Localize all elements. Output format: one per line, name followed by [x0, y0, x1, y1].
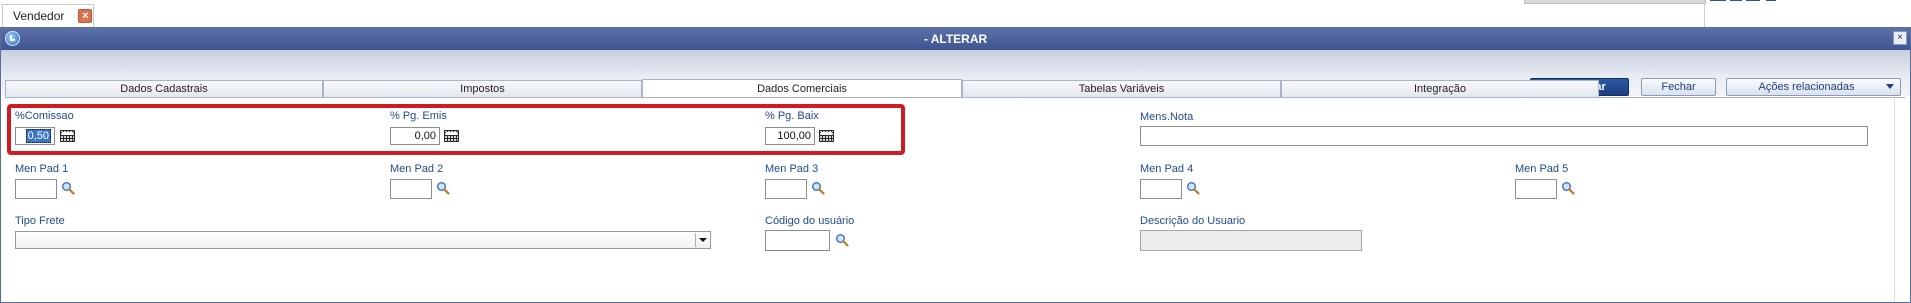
document-tab-label: Vendedor: [13, 9, 65, 23]
men-pad-2-field[interactable]: [390, 179, 432, 199]
background-link-fragment: [1710, 0, 1790, 4]
close-button[interactable]: Fechar: [1641, 78, 1716, 96]
tab-dados-comerciais[interactable]: Dados Comerciais: [642, 79, 962, 98]
background-divider: [1704, 0, 1705, 28]
men-pad-1-field[interactable]: [15, 179, 57, 199]
dialog-window: - ALTERAR × Confirmar Fechar Ações relac…: [0, 27, 1911, 303]
tab-tabelas-variaveis[interactable]: Tabelas Variáveis: [962, 80, 1281, 98]
tipo-frete-label: Tipo Frete: [15, 215, 65, 227]
codigo-usuario-label: Código do usuário: [765, 215, 855, 227]
men-pad-5-label: Men Pad 5: [1515, 163, 1569, 175]
magnifier-icon[interactable]: [61, 181, 75, 195]
men-pad-2-label: Men Pad 2: [390, 163, 444, 175]
content-right-edge: [1894, 98, 1895, 302]
magnifier-icon[interactable]: [1186, 181, 1200, 195]
highlight-annotation: [7, 104, 905, 155]
tab-integracao[interactable]: Integração: [1281, 80, 1599, 98]
men-pad-5-field[interactable]: [1515, 179, 1557, 199]
tab-dados-cadastrais[interactable]: Dados Cadastrais: [5, 80, 323, 98]
related-actions-label: Ações relacionadas: [1758, 81, 1855, 93]
men-pad-3-field[interactable]: [765, 179, 807, 199]
background-panel-edge: [1524, 0, 1706, 4]
close-icon[interactable]: ×: [78, 9, 93, 23]
magnifier-icon[interactable]: [811, 181, 825, 195]
window-close-icon[interactable]: ×: [1893, 31, 1907, 45]
descricao-usuario-label: Descrição do Usuario: [1140, 215, 1246, 227]
mens-nota-label: Mens.Nota: [1140, 111, 1194, 123]
tab-bar-divider: [5, 97, 1905, 98]
title-bar: - ALTERAR ×: [1, 28, 1910, 50]
tab-impostos[interactable]: Impostos: [323, 80, 642, 98]
descricao-usuario-field: [1140, 230, 1362, 251]
codigo-usuario-field[interactable]: [765, 230, 830, 251]
related-actions-button[interactable]: Ações relacionadas: [1726, 78, 1901, 96]
chevron-down-icon[interactable]: [695, 233, 709, 247]
magnifier-icon[interactable]: [436, 181, 450, 195]
window-title: - ALTERAR: [923, 32, 988, 46]
chevron-down-icon: [1886, 84, 1894, 89]
men-pad-1-label: Men Pad 1: [15, 163, 69, 175]
document-tab-vendedor[interactable]: Vendedor ×: [2, 4, 94, 27]
men-pad-4-field[interactable]: [1140, 179, 1182, 199]
tipo-frete-select[interactable]: [15, 231, 711, 249]
men-pad-4-label: Men Pad 4: [1140, 163, 1194, 175]
magnifier-icon[interactable]: [835, 233, 849, 247]
men-pad-3-label: Men Pad 3: [765, 163, 819, 175]
mens-nota-field[interactable]: [1140, 126, 1868, 146]
window-system-icon[interactable]: [5, 31, 20, 46]
magnifier-icon[interactable]: [1561, 181, 1575, 195]
